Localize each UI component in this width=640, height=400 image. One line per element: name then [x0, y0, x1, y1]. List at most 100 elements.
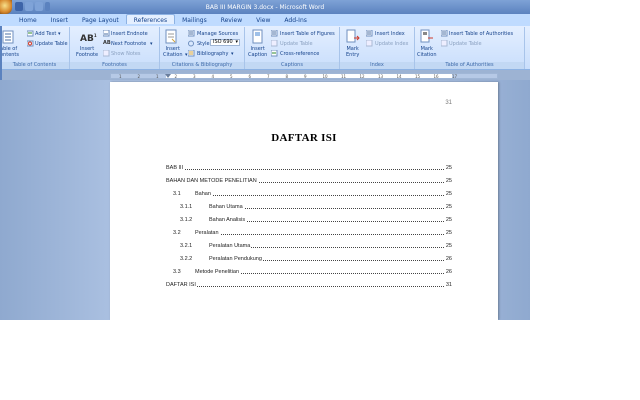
tab-review[interactable]: Review [214, 14, 249, 26]
table-of-contents-button[interactable]: able of ontents [0, 46, 19, 58]
group-index: Mark Entry Insert Index Update Index Ind… [340, 27, 415, 69]
toc-entry-number: 3.1 [173, 191, 181, 197]
update-index-button[interactable]: Update Index [375, 41, 408, 47]
manage-sources-button[interactable]: Manage Sources [197, 31, 238, 37]
toc-entry-number: 3.2.1 [180, 243, 193, 249]
insert-index-icon [366, 30, 373, 37]
ruler-tick: 16 [433, 74, 439, 79]
group-label-table-of-contents: Table of Contents [0, 62, 69, 69]
toc-entry[interactable]: DAFTAR ISI 31 [166, 281, 452, 289]
toc-entry-page: 26 [444, 268, 452, 276]
toc-entry[interactable]: BAHAN DAN METODE PENELITIAN 25 [166, 177, 452, 185]
toc-entry-title: Bahan Analisis [209, 216, 247, 224]
ruler-tick: 4 [211, 74, 215, 79]
tab-page-layout[interactable]: Page Layout [75, 14, 126, 26]
next-footnote-button[interactable]: Next Footnote [111, 41, 146, 47]
update-table-button[interactable]: Update Table [35, 41, 68, 47]
bibliography-button[interactable]: Bibliography [197, 51, 228, 57]
group-label-captions: Captions [245, 62, 339, 69]
insert-citation-button[interactable]: Insert Citation [163, 46, 182, 58]
group-citations-bibliography: Insert Citation ▾ Manage Sources Style: … [160, 27, 245, 69]
tab-view[interactable]: View [249, 14, 277, 26]
ruler-tick: 2 [174, 74, 178, 79]
tab-home[interactable]: Home [12, 14, 44, 26]
toc-entry[interactable]: 3.1.2 Bahan Analisis 25 [166, 216, 452, 224]
insert-table-of-authorities-icon [441, 30, 448, 37]
toc-entry[interactable]: 3.1.1 Bahan Utama 25 [166, 203, 452, 211]
ruler-tick: 8 [285, 74, 289, 79]
title-bar: BAB III MARGIN 3.docx - Microsoft Word [0, 0, 530, 14]
show-notes-button[interactable]: Show Notes [111, 51, 141, 57]
group-table-of-authorities: Mark Citation Insert Table of Authoritie… [415, 27, 525, 69]
insert-endnote-button[interactable]: Insert Endnote [111, 31, 148, 37]
insert-table-of-figures-icon [271, 30, 278, 37]
update-table-figures-button[interactable]: Update Table [280, 41, 313, 47]
toc-entry-title: Bahan Utama [209, 203, 244, 211]
toc-entry-page: 26 [444, 255, 452, 263]
tab-insert[interactable]: Insert [44, 14, 75, 26]
toc-entry[interactable]: BAB III 25 [166, 164, 452, 172]
ruler-tick: 17 [452, 74, 458, 79]
indent-marker-icon[interactable] [165, 74, 171, 78]
toc-entry-number: 3.1.2 [180, 217, 193, 223]
insert-caption-icon [252, 29, 263, 44]
ruler-tick: 13 [378, 74, 384, 79]
insert-table-of-authorities-button[interactable]: Insert Table of Authorities [449, 31, 513, 37]
toc-entry-number: 3.3 [173, 269, 181, 275]
ruler-tick: 7 [267, 74, 270, 79]
style-dropdown-icon: ▾ [235, 39, 238, 45]
group-label-table-of-authorities: Table of Authorities [415, 62, 524, 69]
next-footnote-dropdown-icon[interactable]: ▾ [150, 41, 153, 47]
tab-mailings[interactable]: Mailings [175, 14, 214, 26]
insert-table-of-figures-button[interactable]: Insert Table of Figures [280, 31, 335, 37]
insert-index-button[interactable]: Insert Index [375, 31, 405, 37]
mark-citation-button[interactable]: Mark Citation [417, 46, 436, 58]
toc-entry[interactable]: 3.2.1 Peralatan Utama 25 [166, 242, 452, 250]
horizontal-ruler[interactable]: 1 2 1 2 3 4 5 6 7 8 9 10 11 12 13 14 15 16 17 [110, 73, 498, 79]
toc-entry-title: BAB III [166, 164, 185, 172]
style-select[interactable]: ISO 690 ▾ [210, 39, 240, 46]
add-text-button[interactable]: Add Text [35, 31, 56, 37]
ruler-tick: 1 [156, 74, 159, 79]
cross-reference-button[interactable]: Cross-reference [280, 51, 319, 57]
toc-entry-title: Peralatan [195, 229, 220, 237]
ruler-tick: 5 [230, 74, 233, 79]
ribbon: able of ontents Add Text ▾ Update Table … [0, 26, 530, 70]
add-text-dropdown-icon[interactable]: ▾ [58, 31, 61, 37]
toc-entry-page: 31 [444, 281, 452, 289]
update-table-icon [27, 40, 34, 47]
toc-entry-leader [166, 279, 444, 287]
toc-entry[interactable]: 3.1 Bahan 25 [166, 190, 452, 198]
toc-entry-title: Peralatan Pendukung [209, 255, 263, 263]
mark-entry-button[interactable]: Mark Entry [346, 46, 359, 58]
insert-caption-button[interactable]: Insert Caption [248, 46, 267, 58]
toc-entry[interactable]: 3.2.2 Peralatan Pendukung 26 [166, 255, 452, 263]
insert-footnote-button[interactable]: Insert Footnote [76, 46, 98, 58]
toc-title: DAFTAR ISI [271, 132, 337, 144]
toc-entry-page: 25 [444, 164, 452, 172]
toc-entry[interactable]: 3.3 Metode Penelitian 26 [166, 268, 452, 276]
ribbon-tabs: Home Insert Page Layout References Maili… [0, 14, 530, 26]
insert-endnote-icon [103, 30, 110, 37]
toc-entry-leader [209, 201, 444, 209]
next-footnote-icon: AB [103, 40, 111, 46]
toc-entry-title: Peralatan Utama [209, 242, 252, 250]
bibliography-dropdown-icon[interactable]: ▾ [231, 51, 234, 57]
update-index-icon [366, 40, 373, 47]
update-table-authorities-button[interactable]: Update Table [449, 41, 482, 47]
tab-references[interactable]: References [125, 14, 176, 24]
group-footnotes: AB1 Insert Footnote Insert Endnote AB Ne… [70, 27, 160, 69]
style-select-value: ISO 690 [213, 39, 233, 45]
document-page[interactable]: 31 DAFTAR ISI BAB III 25 BAHAN DAN METODE … [110, 82, 498, 320]
toc-entry-page: 25 [444, 190, 452, 198]
tab-add-ins[interactable]: Add-Ins [277, 14, 313, 26]
ruler-tick: 2 [137, 74, 141, 79]
toc-entry-number: 3.2 [173, 230, 181, 236]
ruler-tick: 9 [304, 74, 307, 79]
toc-entry[interactable]: 3.2 Peralatan 25 [166, 229, 452, 237]
toc-entry-leader [195, 227, 444, 235]
group-label-footnotes: Footnotes [70, 62, 159, 69]
page-number: 31 [445, 100, 452, 106]
group-table-of-contents: able of ontents Add Text ▾ Update Table … [0, 27, 70, 69]
toc-entry-number: 3.1.1 [180, 204, 193, 210]
